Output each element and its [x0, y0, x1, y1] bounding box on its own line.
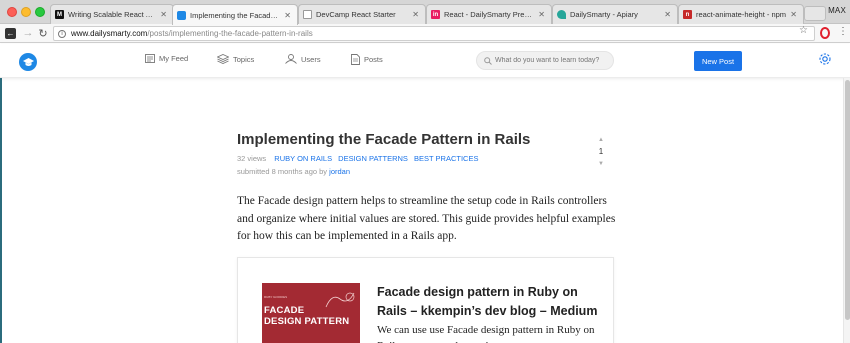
search-input[interactable]	[495, 57, 610, 64]
tab-react-animate-height-npm[interactable]: n react-animate-height - npm ✕	[678, 4, 804, 24]
minimize-window-button[interactable]	[21, 7, 31, 17]
tag-best-practices[interactable]: BEST PRACTICES	[414, 154, 478, 163]
back-arrow-icon[interactable]: ←	[5, 28, 16, 39]
scribble-illustration-icon	[325, 292, 355, 308]
tab-strip: M Writing Scalable React Apps ✕ Implemen…	[0, 0, 850, 25]
browser-menu-icon[interactable]: ⋮	[838, 26, 848, 37]
bookmark-star-icon[interactable]: ☆	[799, 25, 808, 36]
nav-topics[interactable]: Topics	[217, 54, 254, 64]
document-favicon-icon	[303, 10, 312, 19]
close-window-button[interactable]	[7, 7, 17, 17]
dailysmarty-logo-icon[interactable]	[19, 53, 37, 71]
nav-users-label: Users	[301, 54, 321, 64]
maximize-window-button[interactable]	[35, 7, 45, 17]
nav-my-feed-label: My Feed	[159, 54, 189, 63]
forward-arrow-icon[interactable]: →	[21, 26, 35, 40]
page-left-edge	[0, 78, 2, 343]
tab-title: react-animate-height - npm	[696, 10, 787, 19]
tab-react-dailysmarty-preview[interactable]: in React - DailySmarty Preview ✕	[426, 4, 552, 24]
close-tab-icon[interactable]: ✕	[664, 10, 671, 19]
invision-favicon-icon: in	[431, 10, 440, 19]
tab-title: Writing Scalable React Apps	[68, 10, 157, 19]
close-tab-icon[interactable]: ✕	[538, 10, 545, 19]
feed-icon	[145, 54, 155, 63]
close-tab-icon[interactable]: ✕	[160, 10, 167, 19]
submitted-prefix: submitted 8 months ago by	[237, 167, 328, 176]
post-body: The Facade design pattern helps to strea…	[237, 195, 616, 242]
dailysmarty-favicon-icon	[177, 10, 186, 20]
thumbnail-kicker: RUBY GOODIES	[264, 295, 288, 299]
search-icon	[484, 56, 492, 65]
post-submitted-info: submitted 8 months ago by jordan	[237, 167, 350, 176]
post-title: Implementing the Facade Pattern in Rails	[237, 131, 531, 148]
vote-widget: ▲ 1 ▼	[595, 136, 607, 168]
vote-count: 1	[598, 147, 604, 156]
browser-profile-name[interactable]: MAX	[828, 6, 846, 15]
site-search[interactable]	[476, 51, 614, 70]
tab-devcamp-react-starter[interactable]: DevCamp React Starter ✕	[298, 4, 426, 24]
nav-posts[interactable]: Posts	[351, 54, 383, 65]
link-preview-thumbnail: RUBY GOODIES FACADE DESIGN PATTERN	[262, 283, 360, 343]
tag-design-patterns[interactable]: DESIGN PATTERNS	[338, 154, 408, 163]
nav-users[interactable]: Users	[285, 54, 321, 64]
opera-extension-icon[interactable]	[820, 27, 830, 39]
post-view-count: 32 views	[237, 154, 267, 163]
document-icon	[351, 54, 360, 65]
new-tab-button[interactable]	[804, 6, 826, 21]
npm-favicon-icon: n	[683, 10, 692, 19]
url-path: /posts/implementing-the-facade-pattern-i…	[147, 29, 313, 38]
tab-title: DevCamp React Starter	[316, 10, 396, 19]
tab-title: DailySmarty - Apiary	[570, 10, 638, 19]
browser-window: M Writing Scalable React Apps ✕ Implemen…	[0, 0, 850, 343]
url-host: www.dailysmarty.com	[71, 29, 148, 38]
users-icon	[285, 54, 297, 64]
close-tab-icon[interactable]: ✕	[284, 11, 291, 20]
reload-icon[interactable]: ↻	[36, 26, 50, 40]
nav-my-feed[interactable]: My Feed	[145, 54, 188, 63]
apiary-favicon-icon	[557, 10, 566, 19]
thumbnail-heading-line-2: DESIGN PATTERN	[264, 316, 350, 327]
new-post-button[interactable]: New Post	[694, 51, 742, 71]
settings-gear-icon[interactable]	[818, 52, 832, 71]
medium-favicon-icon: M	[55, 10, 64, 19]
tab-implementing-facade[interactable]: Implementing the Facade Pat ✕	[172, 4, 298, 25]
tab-writing-scalable-react-apps[interactable]: M Writing Scalable React Apps ✕	[50, 4, 174, 24]
nav-topics-label: Topics	[233, 54, 255, 64]
info-icon[interactable]: i	[58, 29, 66, 38]
tag-ruby-on-rails[interactable]: RUBY ON RAILS	[274, 154, 332, 163]
close-tab-icon[interactable]: ✕	[412, 10, 419, 19]
nav-posts-label: Posts	[364, 55, 383, 64]
scrollbar-thumb[interactable]	[845, 80, 850, 320]
upvote-arrow-icon[interactable]: ▲	[595, 136, 607, 144]
tab-dailysmarty-apiary[interactable]: DailySmarty - Apiary ✕	[552, 4, 678, 24]
address-bar[interactable]: i www.dailysmarty.com/posts/implementing…	[53, 26, 815, 41]
link-preview-description: We can use use Facade design pattern in …	[377, 324, 595, 343]
close-tab-icon[interactable]: ✕	[790, 10, 797, 19]
site-header: My Feed Topics Users Posts New Post	[0, 44, 850, 78]
page-scrollbar[interactable]	[843, 78, 850, 343]
post-meta: 32 views RUBY ON RAILS DESIGN PATTERNS B…	[237, 154, 478, 163]
tab-title: React - DailySmarty Preview	[444, 10, 535, 19]
link-preview-title[interactable]: Facade design pattern in Ruby on Rails –…	[377, 283, 602, 321]
post-author-link[interactable]: jordan	[329, 167, 350, 176]
layers-icon	[217, 54, 229, 64]
tab-title: Implementing the Facade Pat	[190, 10, 281, 20]
link-preview-card[interactable]: RUBY GOODIES FACADE DESIGN PATTERN Facad…	[237, 257, 614, 343]
downvote-arrow-icon[interactable]: ▼	[595, 160, 607, 168]
browser-toolbar: ← → ↻ i www.dailysmarty.com/posts/implem…	[0, 24, 850, 43]
